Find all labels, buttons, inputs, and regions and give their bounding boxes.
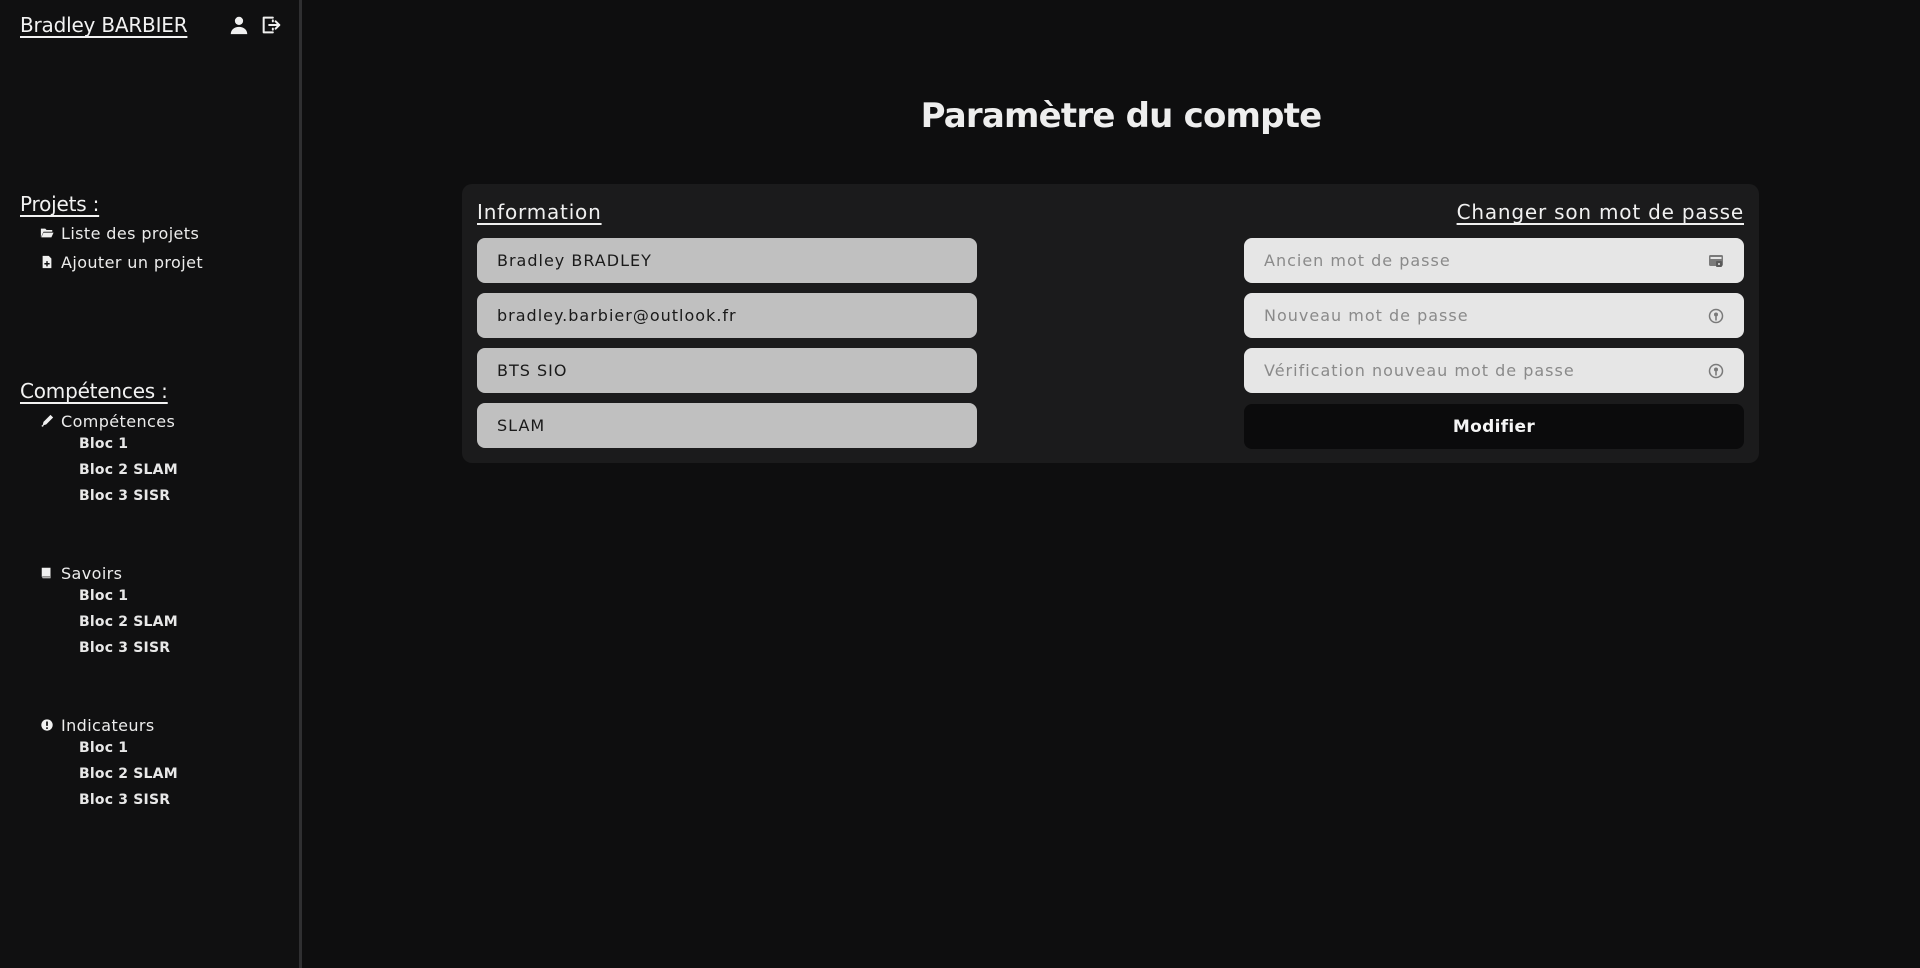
indicateurs-bloc-2-slam[interactable]: Bloc 2 SLAM — [79, 766, 178, 782]
indicateurs-bloc-3-sisr[interactable]: Bloc 3 SISR — [79, 792, 170, 808]
user-name-link[interactable]: Bradley BARBIER — [20, 13, 188, 37]
nav-savoirs[interactable]: Savoirs — [40, 562, 122, 584]
formation-field[interactable]: BTS SIO — [477, 348, 977, 393]
indicateurs-bloc-1[interactable]: Bloc 1 — [79, 740, 128, 756]
new-password-field[interactable]: Nouveau mot de passe — [1244, 293, 1744, 338]
password-manager-icon[interactable] — [1708, 253, 1724, 269]
savoirs-bloc-1[interactable]: Bloc 1 — [79, 588, 128, 604]
savoirs-bloc-3-sisr[interactable]: Bloc 3 SISR — [79, 640, 170, 656]
competences-bloc-2-slam[interactable]: Bloc 2 SLAM — [79, 462, 178, 478]
main-content: Paramètre du compte Information Changer … — [302, 0, 1920, 968]
information-heading: Information — [477, 200, 602, 224]
nav-ajouter-projet-label: Ajouter un projet — [61, 252, 204, 272]
key-icon[interactable] — [1708, 363, 1724, 379]
competences-bloc-1[interactable]: Bloc 1 — [79, 436, 128, 452]
nav-competences[interactable]: Compétences — [40, 410, 175, 432]
nav-ajouter-projet[interactable]: Ajouter un projet — [40, 251, 203, 273]
nav-indicateurs-label: Indicateurs — [61, 715, 155, 735]
name-field[interactable]: Bradley BRADLEY — [477, 238, 977, 283]
logout-icon[interactable] — [260, 14, 282, 36]
user-header: Bradley BARBIER — [20, 12, 282, 38]
old-password-field[interactable]: Ancien mot de passe — [1244, 238, 1744, 283]
competences-section-title: Compétences : — [20, 379, 168, 403]
user-profile-icon[interactable] — [228, 14, 250, 36]
account-settings-card: Information Changer son mot de passe Bra… — [462, 184, 1759, 463]
confirm-password-field[interactable]: Vérification nouveau mot de passe — [1244, 348, 1744, 393]
folder-open-icon — [40, 226, 54, 240]
change-password-heading: Changer son mot de passe — [1456, 200, 1744, 224]
page-title: Paramètre du compte — [920, 96, 1323, 136]
file-add-icon — [40, 255, 54, 269]
nav-indicateurs[interactable]: Indicateurs — [40, 714, 155, 736]
email-field[interactable]: bradley.barbier@outlook.fr — [477, 293, 977, 338]
pen-icon — [40, 414, 54, 428]
old-password-placeholder: Ancien mot de passe — [1264, 251, 1451, 270]
new-password-placeholder: Nouveau mot de passe — [1264, 306, 1469, 325]
option-field[interactable]: SLAM — [477, 403, 977, 448]
nav-liste-projets[interactable]: Liste des projets — [40, 222, 199, 244]
exclamation-circle-icon — [40, 718, 54, 732]
competences-bloc-3-sisr[interactable]: Bloc 3 SISR — [79, 488, 170, 504]
modifier-button[interactable]: Modifier — [1244, 404, 1744, 449]
confirm-password-placeholder: Vérification nouveau mot de passe — [1264, 361, 1575, 380]
nav-liste-projets-label: Liste des projets — [61, 223, 200, 243]
projets-section-title: Projets : — [20, 192, 100, 216]
savoirs-bloc-2-slam[interactable]: Bloc 2 SLAM — [79, 614, 178, 630]
book-icon — [40, 566, 54, 580]
nav-competences-label: Compétences — [61, 411, 176, 431]
nav-savoirs-label: Savoirs — [61, 563, 123, 583]
key-icon[interactable] — [1708, 308, 1724, 324]
sidebar: Bradley BARBIER Projets : Liste des proj… — [0, 0, 302, 968]
